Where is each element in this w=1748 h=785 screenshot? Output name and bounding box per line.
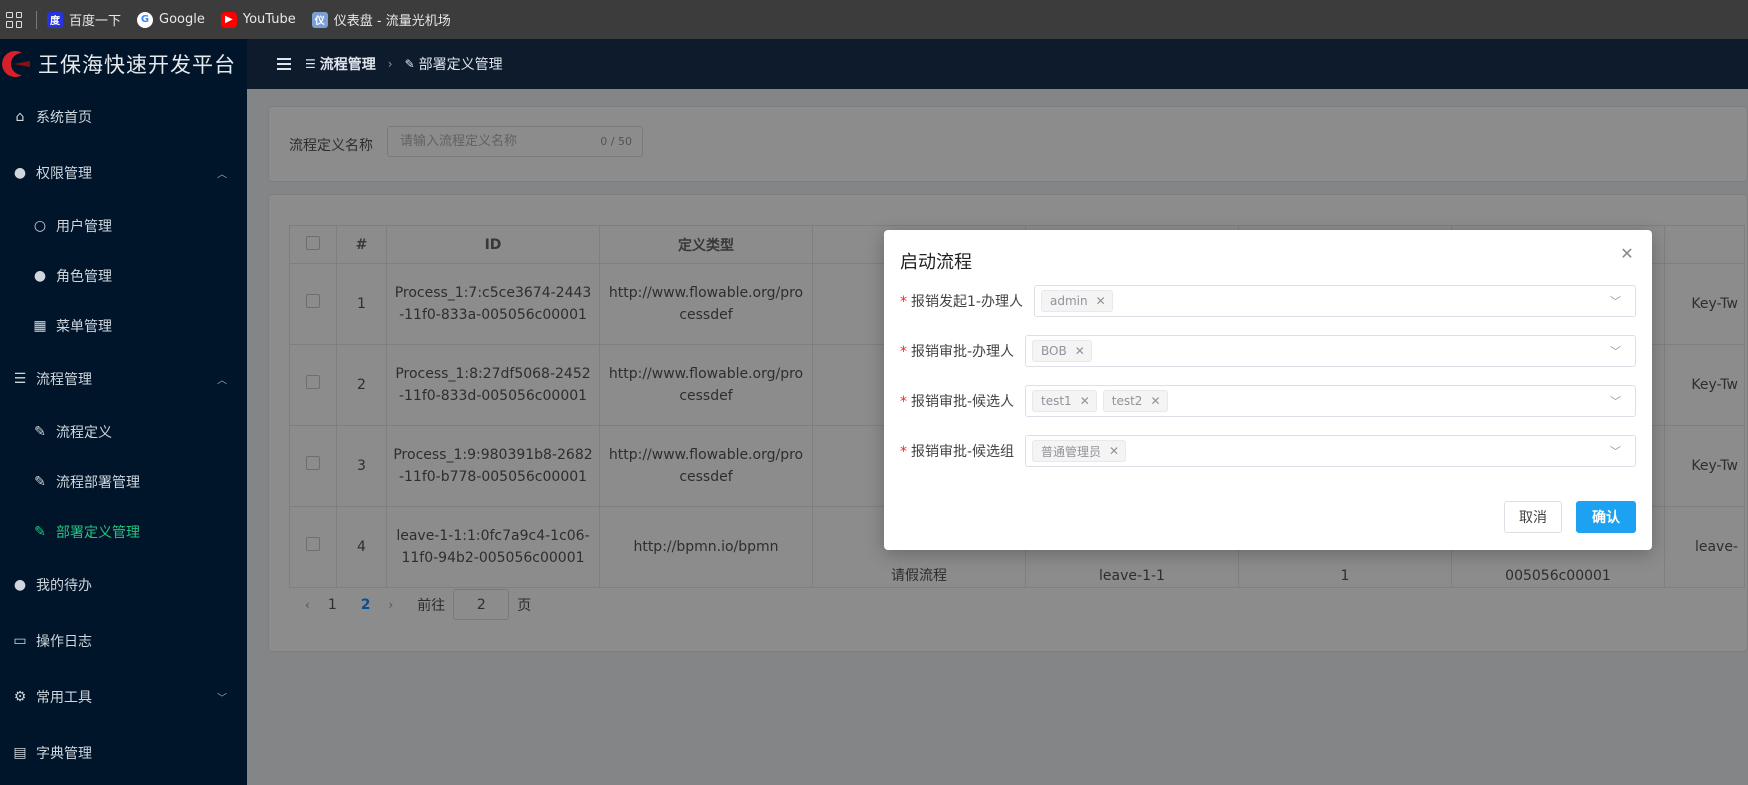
sidebar-overlay xyxy=(0,39,247,785)
close-icon[interactable]: ✕ xyxy=(1618,244,1636,263)
tag-label: admin xyxy=(1050,294,1088,308)
selected-tag: admin ✕ xyxy=(1041,290,1113,312)
dashboard-icon: 仪 xyxy=(311,11,328,28)
field-label: * 报销发起1-办理人 xyxy=(900,291,1023,311)
selected-tag: test2 ✕ xyxy=(1102,390,1168,412)
chevron-down-icon: ﹀ xyxy=(1610,345,1621,358)
top-header: ☰ 流程管理 › ✎ 部署定义管理 xyxy=(247,39,1748,89)
tag-close-icon[interactable]: ✕ xyxy=(1080,394,1090,408)
selected-tag: BOB ✕ xyxy=(1032,340,1092,362)
bookmark-youtube[interactable]: ▶ YouTube xyxy=(220,11,296,28)
form-row-candidate-group: * 报销审批-候选组 xyxy=(900,435,1014,467)
edit-icon: ✎ xyxy=(404,57,415,71)
tag-label: 普通管理员 xyxy=(1041,444,1102,459)
required-mark: * xyxy=(900,394,907,410)
candidate-group-select[interactable]: 普通管理员 ✕ ﹀ xyxy=(1025,435,1636,467)
tag-label: BOB xyxy=(1041,344,1067,358)
sliders-icon: ☰ xyxy=(305,57,316,71)
bookmark-label: 百度一下 xyxy=(69,14,122,29)
field-label-text: 报销审批-候选组 xyxy=(911,444,1015,460)
menu-toggle-icon[interactable] xyxy=(277,58,291,70)
bookmark-label: 仪表盘 - 流量光机场 xyxy=(333,14,451,29)
breadcrumb-label: 部署定义管理 xyxy=(418,57,503,73)
approver-select[interactable]: BOB ✕ ﹀ xyxy=(1025,335,1636,367)
tag-close-icon[interactable]: ✕ xyxy=(1150,394,1160,408)
tag-label: test1 xyxy=(1041,394,1072,408)
form-row-approver: * 报销审批-办理人 xyxy=(900,335,1014,367)
field-label-text: 报销发起1-办理人 xyxy=(911,294,1023,310)
form-row-candidates: * 报销审批-候选人 xyxy=(900,385,1014,417)
chevron-down-icon: ﹀ xyxy=(1610,295,1621,308)
field-label-text: 报销审批-办理人 xyxy=(911,344,1015,360)
chevron-down-icon: ﹀ xyxy=(1610,445,1621,458)
breadcrumb-label: 流程管理 xyxy=(319,57,376,73)
selected-tag: test1 ✕ xyxy=(1032,390,1097,412)
breadcrumb-item: ✎ 部署定义管理 xyxy=(405,54,503,74)
breadcrumb-separator-icon: › xyxy=(387,57,393,71)
dialog-title: 启动流程 xyxy=(900,252,972,273)
bookmark-label: Google xyxy=(159,12,205,27)
field-label-text: 报销审批-候选人 xyxy=(911,394,1015,410)
candidate-users-select[interactable]: test1 ✕ test2 ✕ ﹀ xyxy=(1025,385,1636,417)
google-icon: G xyxy=(137,11,154,28)
bookmarks-divider xyxy=(36,10,37,29)
required-mark: * xyxy=(900,294,907,310)
tag-label: test2 xyxy=(1111,394,1143,408)
start-process-dialog: 启动流程 ✕ * 报销发起1-办理人 admin ✕ ﹀ * 报销审批-办理人 BOB… xyxy=(884,230,1652,550)
bookmark-google[interactable]: G Google xyxy=(137,11,205,28)
tag-close-icon[interactable]: ✕ xyxy=(1075,344,1085,358)
confirm-button[interactable]: 确认 xyxy=(1576,501,1636,533)
tag-close-icon[interactable]: ✕ xyxy=(1096,294,1106,308)
bookmark-baidu[interactable]: 度 百度一下 xyxy=(47,10,121,29)
cancel-button[interactable]: 取消 xyxy=(1504,501,1562,533)
breadcrumb-item[interactable]: ☰ 流程管理 xyxy=(305,54,376,74)
selected-tag: 普通管理员 ✕ xyxy=(1032,440,1127,462)
chevron-down-icon: ﹀ xyxy=(1610,395,1621,408)
form-row-initiator: * 报销发起1-办理人 xyxy=(900,285,1023,317)
required-mark: * xyxy=(900,444,907,460)
field-label: * 报销审批-候选人 xyxy=(900,391,1014,411)
field-label: * 报销审批-办理人 xyxy=(900,341,1014,361)
bookmark-dashboard[interactable]: 仪 仪表盘 - 流量光机场 xyxy=(311,10,451,29)
bookmarks-bar: 度 百度一下 G Google ▶ YouTube 仪 仪表盘 - 流量光机场 xyxy=(0,0,1748,39)
assignee-select[interactable]: admin ✕ ﹀ xyxy=(1034,285,1636,317)
field-label: * 报销审批-候选组 xyxy=(900,441,1014,461)
tag-close-icon[interactable]: ✕ xyxy=(1109,444,1119,458)
apps-grid-icon[interactable] xyxy=(6,11,22,28)
required-mark: * xyxy=(900,344,907,360)
baidu-icon: 度 xyxy=(47,11,63,28)
bookmark-label: YouTube xyxy=(242,12,296,27)
youtube-icon: ▶ xyxy=(220,11,237,28)
